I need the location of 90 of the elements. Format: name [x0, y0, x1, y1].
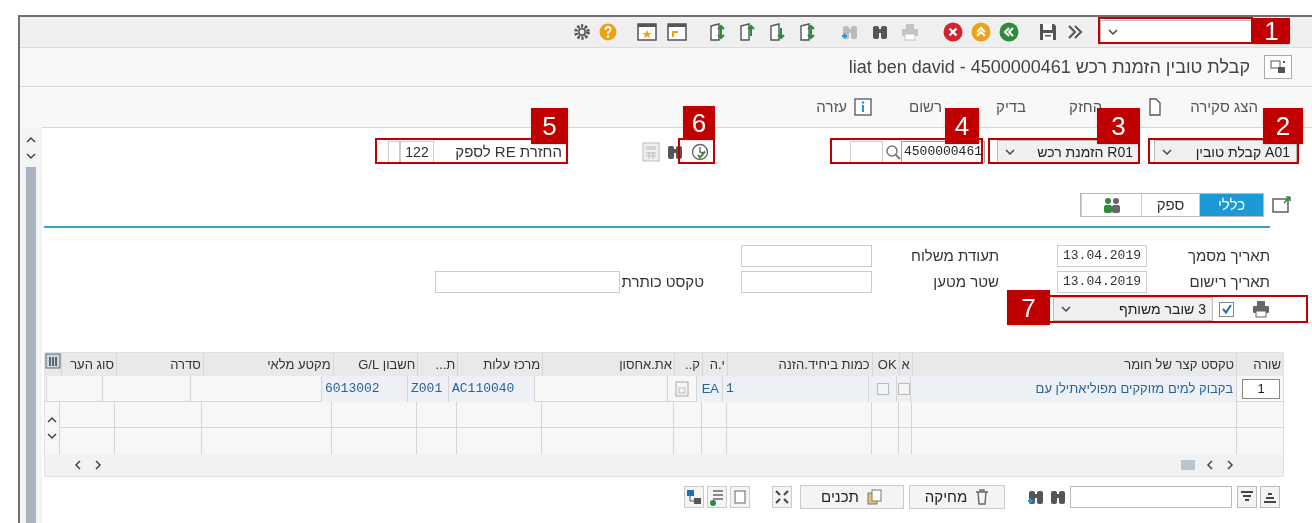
- binoculars-icon[interactable]: [871, 23, 889, 41]
- binoculars-icon[interactable]: [666, 143, 684, 161]
- field-label: תאריך רישום: [1188, 271, 1270, 292]
- chevron-down-icon: [1107, 26, 1119, 38]
- menu-item[interactable]: רשום: [909, 95, 943, 119]
- binoculars-plus-icon[interactable]: [1027, 488, 1045, 506]
- search-field[interactable]: [1070, 486, 1232, 508]
- column-header[interactable]: סדרה: [115, 353, 203, 376]
- save-icon[interactable]: [1039, 23, 1057, 41]
- callout-badge: 1: [1253, 18, 1290, 44]
- calculator-icon: [642, 142, 660, 162]
- field-label: טקסט כותרת: [624, 271, 704, 292]
- gear-icon[interactable]: [573, 23, 591, 41]
- document-arrow-icon[interactable]: [799, 23, 817, 41]
- chevron-down-icon: [1161, 146, 1173, 158]
- hierarchy-icon[interactable]: [684, 486, 704, 508]
- binoculars-icon[interactable]: [1049, 488, 1067, 506]
- callout-badge: 7: [1007, 290, 1050, 325]
- field-label: תעודת משלוח: [910, 245, 999, 266]
- callout-badge: 2: [1263, 108, 1303, 144]
- scroll-right-icon[interactable]: [1225, 459, 1235, 471]
- scroll-up-icon[interactable]: [25, 135, 37, 145]
- window-title: קבלת טובין הזמנת רכש 4500000461 - liat ben david: [848, 55, 1250, 79]
- slip-dropdown[interactable]: 3 שובר משותף: [1053, 297, 1213, 321]
- checkbox[interactable]: [1219, 301, 1234, 317]
- cancel-icon[interactable]: [943, 22, 963, 42]
- table-cell: בקבוק למים מזוקקים מפוליאתילן עם: [911, 376, 1236, 402]
- checkbox[interactable]: [897, 383, 910, 395]
- callout-badge: 3: [1097, 108, 1140, 144]
- documents-icon: [866, 489, 883, 505]
- column-header[interactable]: שורה: [1236, 353, 1283, 376]
- toolbar-button[interactable]: תכנים: [800, 485, 904, 509]
- input-field[interactable]: 4500000461: [901, 141, 985, 163]
- input-field[interactable]: [741, 245, 872, 267]
- table-settings-icon[interactable]: [45, 353, 61, 369]
- callout-badge: 5: [531, 108, 568, 144]
- callout-badge: 4: [945, 108, 979, 144]
- input-field[interactable]: [741, 271, 872, 293]
- toolbar-button[interactable]: מחיקה: [909, 485, 1005, 509]
- field-label: תאריך מסמך: [1187, 245, 1270, 266]
- chevron-down-icon: [1060, 303, 1072, 315]
- scroll-left-icon[interactable]: [1205, 459, 1215, 471]
- input-field[interactable]: 122: [400, 141, 434, 163]
- clock-check-icon[interactable]: [690, 142, 710, 162]
- chevron-down-icon: [1004, 146, 1016, 158]
- trash-icon: [975, 489, 990, 505]
- table-cell: EA: [697, 376, 722, 402]
- menu-item[interactable]: בדיק: [996, 95, 1027, 119]
- row-up-icon[interactable]: [47, 416, 57, 424]
- collapse-icon[interactable]: [1272, 195, 1292, 215]
- sort-ascending-icon[interactable]: [1260, 486, 1280, 508]
- callout-badge: 6: [683, 106, 715, 140]
- back-icon[interactable]: [999, 22, 1019, 42]
- double-chevron-icon[interactable]: [1066, 23, 1084, 41]
- search-icon[interactable]: [885, 144, 901, 160]
- printer-icon[interactable]: [1252, 300, 1270, 318]
- scroll-left-icon[interactable]: [73, 459, 83, 471]
- input-field[interactable]: 13.04.2019: [1057, 245, 1147, 267]
- table-cell: 6013002: [322, 376, 407, 402]
- line-number-field[interactable]: 1: [1242, 379, 1280, 399]
- table-cell: Z001: [408, 376, 448, 402]
- layout-button[interactable]: [1264, 55, 1292, 79]
- layout-icon: [1270, 60, 1286, 74]
- menu-item[interactable]: הצג סקירה: [1190, 95, 1258, 119]
- check-icon: [1220, 303, 1233, 315]
- column-header[interactable]: את.אחסון: [542, 353, 674, 376]
- row-down-icon[interactable]: [47, 432, 57, 440]
- people-icon: [1101, 197, 1122, 213]
- input-field[interactable]: 13.04.2019: [1057, 271, 1147, 293]
- movement-type-label: החזרת RE לספק: [454, 143, 562, 161]
- filter-icon[interactable]: [1237, 486, 1257, 508]
- info-icon: [854, 98, 872, 116]
- checkbox[interactable]: [876, 383, 889, 395]
- scrollbar[interactable]: [26, 167, 36, 523]
- document-arrow-icon[interactable]: [769, 23, 787, 41]
- fullscreen-icon[interactable]: [772, 486, 792, 508]
- document-arrow-icon[interactable]: [739, 23, 757, 41]
- list-add-icon[interactable]: [707, 486, 727, 508]
- table-cell: 1: [723, 376, 868, 402]
- document-arrow-icon[interactable]: [709, 23, 727, 41]
- scroll-thumb[interactable]: [1181, 460, 1195, 470]
- document-icon: [1149, 98, 1162, 116]
- input-field[interactable]: [850, 141, 883, 163]
- scroll-down-icon[interactable]: [25, 151, 37, 161]
- menu-item[interactable]: עזרה: [816, 95, 847, 119]
- field-label: שטר מטען: [932, 271, 999, 292]
- table-cell: AC110040: [449, 376, 534, 402]
- input-field[interactable]: [388, 141, 400, 163]
- input-field[interactable]: [435, 271, 620, 293]
- scroll-right-icon[interactable]: [93, 459, 103, 471]
